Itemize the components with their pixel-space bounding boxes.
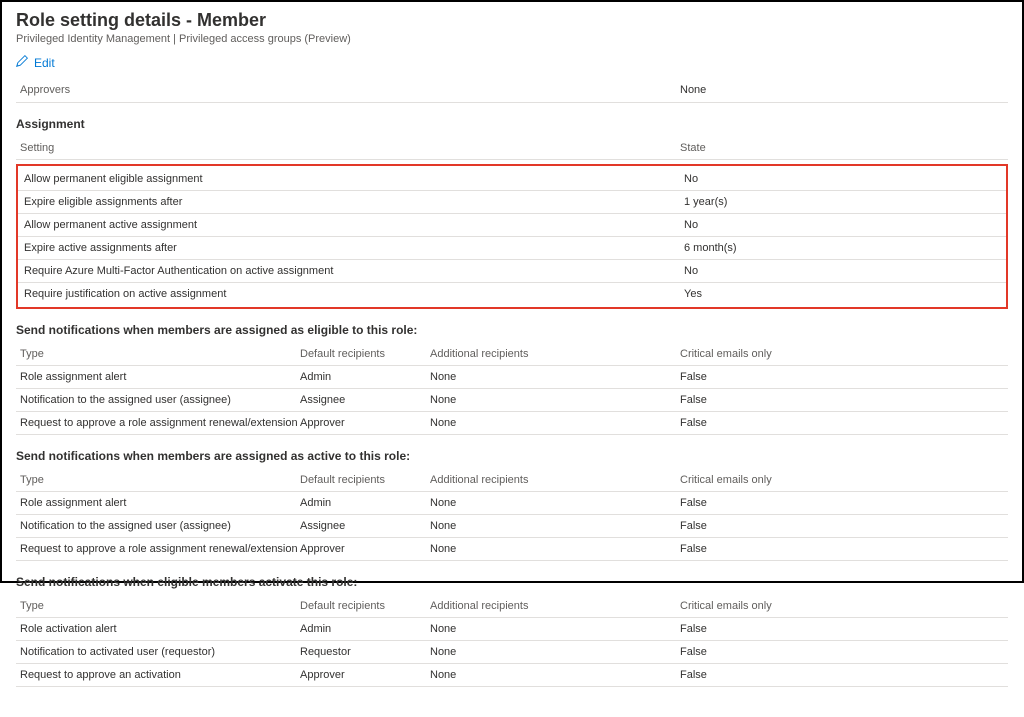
default-cell: Assignee (300, 520, 430, 532)
approvers-row: Approvers None (16, 78, 1008, 103)
type-cell: Request to approve a role assignment ren… (20, 417, 300, 429)
default-cell: Approver (300, 543, 430, 555)
notif-header-row: Type Default recipients Additional recip… (16, 469, 1008, 492)
crit-cell: False (680, 520, 1004, 532)
setting-cell: Allow permanent eligible assignment (24, 173, 684, 185)
table-row: Role assignment alert Admin None False (16, 366, 1008, 389)
type-cell: Request to approve an activation (20, 669, 300, 681)
notif-header-row: Type Default recipients Additional recip… (16, 595, 1008, 618)
table-row: Notification to the assigned user (assig… (16, 389, 1008, 412)
table-row: Expire active assignments after 6 month(… (18, 237, 1006, 260)
addl-cell: None (430, 646, 680, 658)
default-cell: Approver (300, 417, 430, 429)
crit-cell: False (680, 394, 1004, 406)
col-setting-header: Setting (20, 142, 680, 154)
table-row: Notification to the assigned user (assig… (16, 515, 1008, 538)
notif-eligible-title: Send notifications when members are assi… (16, 323, 1008, 337)
col-default-header: Default recipients (300, 474, 430, 486)
col-type-header: Type (20, 474, 300, 486)
col-type-header: Type (20, 600, 300, 612)
col-crit-header: Critical emails only (680, 600, 1004, 612)
type-cell: Role assignment alert (20, 497, 300, 509)
assignment-header-row: Setting State (16, 137, 1008, 160)
notif-active-title: Send notifications when members are assi… (16, 449, 1008, 463)
addl-cell: None (430, 543, 680, 555)
type-cell: Role activation alert (20, 623, 300, 635)
type-cell: Request to approve a role assignment ren… (20, 543, 300, 555)
default-cell: Admin (300, 623, 430, 635)
table-row: Require justification on active assignme… (18, 283, 1006, 305)
addl-cell: None (430, 497, 680, 509)
notif-header-row: Type Default recipients Additional recip… (16, 343, 1008, 366)
assignment-section-title: Assignment (16, 117, 1008, 131)
notif-eligible-table: Type Default recipients Additional recip… (16, 343, 1008, 435)
table-row: Request to approve a role assignment ren… (16, 412, 1008, 435)
crit-cell: False (680, 543, 1004, 555)
crit-cell: False (680, 669, 1004, 681)
setting-cell: Require Azure Multi-Factor Authenticatio… (24, 265, 684, 277)
default-cell: Assignee (300, 394, 430, 406)
default-cell: Approver (300, 669, 430, 681)
addl-cell: None (430, 371, 680, 383)
addl-cell: None (430, 520, 680, 532)
type-cell: Notification to the assigned user (assig… (20, 520, 300, 532)
table-row: Role assignment alert Admin None False (16, 492, 1008, 515)
col-state-header: State (680, 142, 1004, 154)
notif-activate-table: Type Default recipients Additional recip… (16, 595, 1008, 687)
notif-active-table: Type Default recipients Additional recip… (16, 469, 1008, 561)
pencil-icon (16, 55, 28, 70)
default-cell: Admin (300, 497, 430, 509)
col-default-header: Default recipients (300, 348, 430, 360)
col-addl-header: Additional recipients (430, 474, 680, 486)
col-default-header: Default recipients (300, 600, 430, 612)
addl-cell: None (430, 669, 680, 681)
col-addl-header: Additional recipients (430, 600, 680, 612)
addl-cell: None (430, 394, 680, 406)
table-row: Notification to activated user (requesto… (16, 641, 1008, 664)
col-crit-header: Critical emails only (680, 348, 1004, 360)
table-row: Role activation alert Admin None False (16, 618, 1008, 641)
setting-cell: Expire active assignments after (24, 242, 684, 254)
crit-cell: False (680, 371, 1004, 383)
assignment-highlight-box: Allow permanent eligible assignment No E… (16, 164, 1008, 309)
edit-label: Edit (34, 56, 55, 70)
approvers-value: None (680, 84, 1004, 96)
state-cell: 1 year(s) (684, 196, 1000, 208)
setting-cell: Require justification on active assignme… (24, 288, 684, 300)
state-cell: 6 month(s) (684, 242, 1000, 254)
notif-activate-title: Send notifications when eligible members… (16, 575, 1008, 589)
type-cell: Notification to activated user (requesto… (20, 646, 300, 658)
addl-cell: None (430, 417, 680, 429)
crit-cell: False (680, 623, 1004, 635)
crit-cell: False (680, 646, 1004, 658)
crit-cell: False (680, 417, 1004, 429)
col-addl-header: Additional recipients (430, 348, 680, 360)
col-type-header: Type (20, 348, 300, 360)
table-row: Request to approve a role assignment ren… (16, 538, 1008, 561)
table-row: Allow permanent active assignment No (18, 214, 1006, 237)
setting-cell: Expire eligible assignments after (24, 196, 684, 208)
state-cell: No (684, 219, 1000, 231)
state-cell: No (684, 265, 1000, 277)
type-cell: Role assignment alert (20, 371, 300, 383)
addl-cell: None (430, 623, 680, 635)
type-cell: Notification to the assigned user (assig… (20, 394, 300, 406)
table-row: Expire eligible assignments after 1 year… (18, 191, 1006, 214)
breadcrumb: Privileged Identity Management | Privile… (16, 33, 1008, 45)
approvers-label: Approvers (20, 84, 680, 96)
table-row: Allow permanent eligible assignment No (18, 168, 1006, 191)
col-crit-header: Critical emails only (680, 474, 1004, 486)
edit-button[interactable]: Edit (16, 55, 55, 70)
state-cell: No (684, 173, 1000, 185)
crit-cell: False (680, 497, 1004, 509)
state-cell: Yes (684, 288, 1000, 300)
table-row: Request to approve an activation Approve… (16, 664, 1008, 687)
table-row: Require Azure Multi-Factor Authenticatio… (18, 260, 1006, 283)
setting-cell: Allow permanent active assignment (24, 219, 684, 231)
page-title: Role setting details - Member (16, 10, 1008, 31)
default-cell: Admin (300, 371, 430, 383)
default-cell: Requestor (300, 646, 430, 658)
